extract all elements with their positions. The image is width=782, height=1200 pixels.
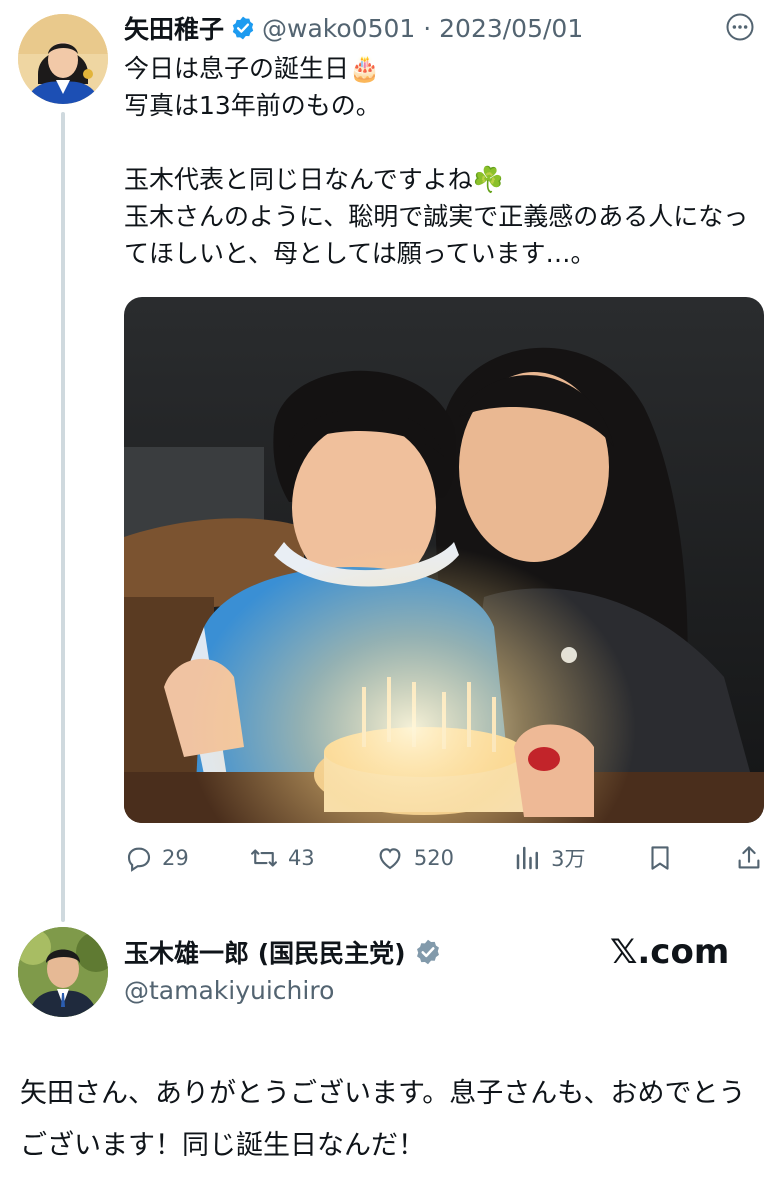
verified-grey-badge-icon (414, 938, 442, 966)
reply-text: 矢田さん、ありがとうございます。息子さんも、おめでとうございます！同じ誕生日なん… (20, 1078, 746, 1161)
reply-author-name[interactable]: 玉木雄一郎 (国民民主党) (124, 934, 406, 970)
verified-badge-icon (230, 15, 256, 41)
avatar[interactable] (18, 14, 108, 104)
handle-date[interactable]: @wako0501 · 2023/05/01 (262, 14, 583, 43)
reply-button[interactable]: 29 (124, 838, 189, 878)
share-button[interactable] (734, 838, 764, 878)
like-button[interactable]: 520 (374, 838, 454, 878)
site-label: 𝕏.com (610, 932, 730, 972)
action-bar: 29 43 520 3万 (124, 838, 764, 878)
views-count: 3万 (551, 847, 586, 871)
author-name[interactable]: 矢田稚子 (124, 10, 224, 46)
reply-header: 玉木雄一郎 (国民民主党) @tamakiyuichiro (124, 932, 442, 1008)
avatar[interactable] (18, 927, 108, 1017)
repost-count: 43 (287, 846, 315, 870)
views-button[interactable]: 3万 (513, 838, 586, 878)
bookmark-button[interactable] (645, 838, 675, 878)
reply-count: 29 (162, 846, 189, 870)
reply-icon (124, 843, 154, 873)
views-icon (513, 843, 543, 873)
like-count: 520 (413, 846, 454, 870)
share-icon (734, 843, 764, 873)
repost-button[interactable]: 43 (248, 838, 315, 878)
tweet-header: 矢田稚子 @wako0501 · 2023/05/01 (124, 8, 583, 48)
repost-icon (248, 843, 280, 873)
tweet-photo[interactable] (124, 297, 764, 823)
more-icon[interactable] (720, 10, 760, 44)
thread-line (61, 112, 65, 922)
tweet-text: 今日は息子の誕生日🎂 写真は13年前のもの。 玉木代表と同じ日なんですよね☘️ … (124, 54, 749, 268)
bookmark-icon (645, 843, 675, 873)
reply-handle[interactable]: @tamakiyuichiro (124, 974, 442, 1008)
like-icon (374, 843, 406, 873)
